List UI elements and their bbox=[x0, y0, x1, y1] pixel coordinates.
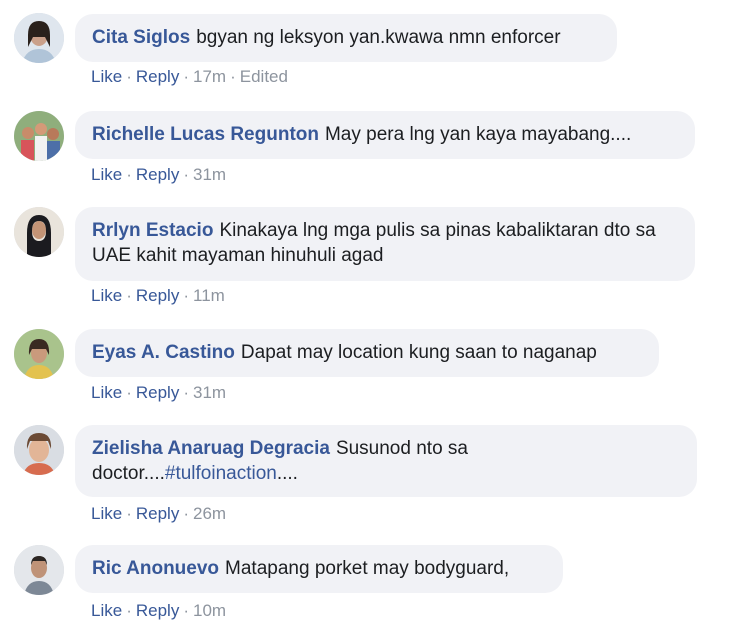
comment-actions: Like · Reply · 10m bbox=[91, 601, 226, 621]
comment-author[interactable]: Richelle Lucas Regunton bbox=[92, 124, 319, 145]
comment-time[interactable]: 31m bbox=[193, 165, 226, 184]
like-link[interactable]: Like bbox=[91, 165, 122, 184]
comment-bubble: Ric Anonuevo Matapang porket may bodyguar… bbox=[75, 545, 563, 593]
reply-link[interactable]: Reply bbox=[136, 383, 179, 402]
like-link[interactable]: Like bbox=[91, 67, 122, 86]
reply-link[interactable]: Reply bbox=[136, 67, 179, 86]
comment-time[interactable]: 10m bbox=[193, 601, 226, 620]
reply-link[interactable]: Reply bbox=[136, 286, 179, 305]
comment-time[interactable]: 31m bbox=[193, 383, 226, 402]
like-link[interactable]: Like bbox=[91, 383, 122, 402]
comment-time[interactable]: 26m bbox=[193, 504, 226, 523]
avatar[interactable] bbox=[14, 207, 64, 257]
comment-author[interactable]: Ric Anonuevo bbox=[92, 558, 219, 579]
comment-author[interactable]: Rrlyn Estacio bbox=[92, 220, 213, 241]
edited-label[interactable]: Edited bbox=[240, 67, 288, 86]
separator: · bbox=[126, 165, 132, 184]
separator: · bbox=[230, 67, 236, 86]
comment-text: Matapang porket may bodyguard, bbox=[225, 558, 510, 579]
separator: · bbox=[126, 286, 132, 305]
comment-actions: Like · Reply · 17m · Edited bbox=[91, 67, 288, 87]
reply-link[interactable]: Reply bbox=[136, 504, 179, 523]
separator: · bbox=[183, 286, 189, 305]
hashtag-link[interactable]: #tulfoinaction bbox=[165, 463, 277, 484]
avatar[interactable] bbox=[14, 329, 64, 379]
comment-author[interactable]: Zielisha Anaruag Degracia bbox=[92, 438, 330, 459]
comment-bubble: Zielisha Anaruag Degracia Susunod nto sa … bbox=[75, 425, 697, 497]
comment-actions: Like · Reply · 11m bbox=[91, 286, 225, 306]
comment-author[interactable]: Eyas A. Castino bbox=[92, 342, 235, 363]
reply-link[interactable]: Reply bbox=[136, 165, 179, 184]
comment-bubble: Rrlyn Estacio Kinakaya lng mga pulis sa p… bbox=[75, 207, 695, 281]
separator: · bbox=[183, 383, 189, 402]
avatar[interactable] bbox=[14, 111, 64, 161]
comment-actions: Like · Reply · 26m bbox=[91, 504, 226, 524]
comment-actions: Like · Reply · 31m bbox=[91, 383, 226, 403]
separator: · bbox=[183, 67, 189, 86]
separator: · bbox=[126, 504, 132, 523]
comment-text: May pera lng yan kaya mayabang.... bbox=[324, 124, 632, 145]
comment-time[interactable]: 17m bbox=[193, 67, 226, 86]
comment-bubble: Eyas A. Castino Dapat may location kung s… bbox=[75, 329, 659, 377]
separator: · bbox=[183, 601, 189, 620]
separator: · bbox=[126, 383, 132, 402]
comment-text: bgyan ng leksyon yan.kwawa nmn enforcer bbox=[196, 27, 561, 48]
avatar[interactable] bbox=[14, 13, 64, 63]
like-link[interactable]: Like bbox=[91, 504, 122, 523]
separator: · bbox=[183, 165, 189, 184]
avatar[interactable] bbox=[14, 545, 64, 595]
comment-bubble: Cita Siglos bgyan ng leksyon yan.kwawa nm… bbox=[75, 14, 617, 62]
separator: · bbox=[126, 601, 132, 620]
comment-author[interactable]: Cita Siglos bbox=[92, 27, 190, 48]
avatar[interactable] bbox=[14, 425, 64, 475]
like-link[interactable]: Like bbox=[91, 286, 122, 305]
separator: · bbox=[126, 67, 132, 86]
like-link[interactable]: Like bbox=[91, 601, 122, 620]
comment-text-after: .... bbox=[276, 463, 298, 484]
comment-text: Dapat may location kung saan to naganap bbox=[240, 342, 597, 363]
comment-time[interactable]: 11m bbox=[193, 286, 225, 305]
separator: · bbox=[183, 504, 189, 523]
comment-actions: Like · Reply · 31m bbox=[91, 165, 226, 185]
comment-bubble: Richelle Lucas Regunton May pera lng yan … bbox=[75, 111, 695, 159]
reply-link[interactable]: Reply bbox=[136, 601, 179, 620]
